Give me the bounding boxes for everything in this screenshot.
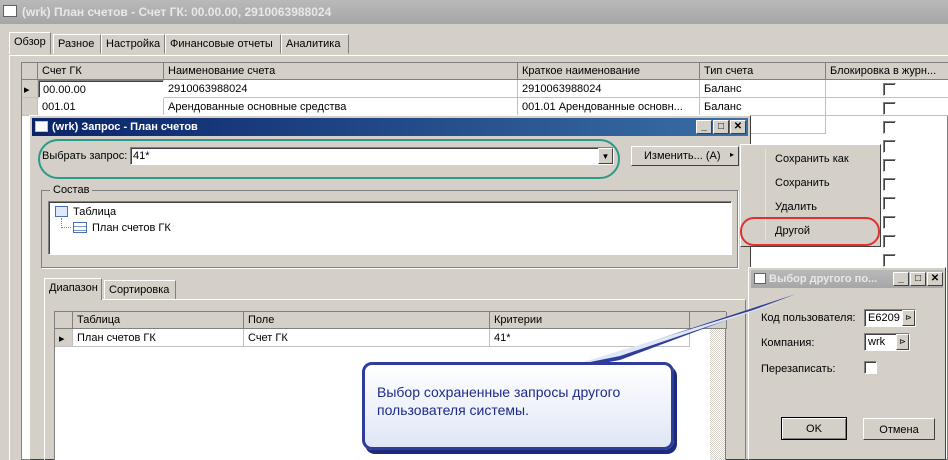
other-dialog-titlebar[interactable]: Выбор другого по... _ □ ✕ xyxy=(751,270,943,288)
table-cell[interactable]: 2910063988024 xyxy=(518,80,700,98)
modify-button-label: Изменить... (A) xyxy=(644,150,721,162)
journal-lock-checkbox[interactable] xyxy=(883,197,896,210)
tab-sorting[interactable]: Сортировка xyxy=(104,280,176,300)
highlight-oval-green xyxy=(38,139,620,179)
row-selector-current[interactable]: ▸ xyxy=(55,329,73,347)
tree-child-label[interactable]: План счетов ГК xyxy=(92,222,171,234)
table-cell[interactable]: Баланс xyxy=(700,80,826,98)
tab-analytics[interactable]: Аналитика xyxy=(281,34,349,54)
journal-lock-checkbox[interactable] xyxy=(883,83,896,96)
tab-setup[interactable]: Настройка xyxy=(101,34,165,54)
composition-tree[interactable]: Таблица План счетов ГК xyxy=(48,201,732,255)
table-cell[interactable]: 001.01 xyxy=(38,98,164,116)
tab-financial-reports[interactable]: Финансовые отчеты xyxy=(165,34,281,54)
query-dialog-titlebar[interactable]: (wrk) Запрос - План счетов _ □ ✕ xyxy=(32,118,748,136)
journal-lock-checkbox[interactable] xyxy=(883,121,896,134)
grid-row-selector-header xyxy=(22,63,38,80)
grid-table-icon xyxy=(73,222,87,233)
journal-lock-checkbox[interactable] xyxy=(883,216,896,229)
menu-item-delete[interactable]: Удалить xyxy=(741,195,880,217)
cancel-button-label: Отмена xyxy=(879,424,919,436)
minimize-icon[interactable]: _ xyxy=(893,272,909,286)
annotation-callout: Выбор сохраненные запросы другого пользо… xyxy=(362,362,674,450)
col-header-journal-lock[interactable]: Блокировка в журн... xyxy=(826,63,948,80)
row-selector-current[interactable]: ▸ xyxy=(22,80,38,98)
tab-misc[interactable]: Разное xyxy=(53,34,101,54)
menu-item-save[interactable]: Сохранить xyxy=(741,171,880,193)
query-dialog-title: (wrk) Запрос - План счетов xyxy=(52,121,198,133)
col-header-field[interactable]: Поле xyxy=(244,312,490,329)
main-tabs: Обзор Разное Настройка Финансовые отчеты… xyxy=(9,32,369,56)
highlight-oval-red xyxy=(740,217,880,246)
caret-right-icon: ▸ xyxy=(730,150,735,159)
journal-lock-checkbox[interactable] xyxy=(883,102,896,115)
grid-row-selector-header xyxy=(55,312,73,329)
journal-lock-checkbox[interactable] xyxy=(883,254,896,267)
main-window-titlebar[interactable]: (wrk) План счетов - Счет ГК: 00.00.00, 2… xyxy=(0,0,948,24)
table-cell[interactable]: Арендованные основные средства xyxy=(164,98,518,116)
close-icon[interactable]: ✕ xyxy=(927,272,943,286)
table-tree-icon xyxy=(55,206,68,217)
other-dialog-title: Выбор другого по... xyxy=(769,273,878,285)
journal-lock-checkbox[interactable] xyxy=(883,140,896,153)
close-icon[interactable]: ✕ xyxy=(730,120,746,134)
dialog-icon xyxy=(35,121,48,132)
table-cell[interactable]: Счет ГК xyxy=(244,329,490,347)
col-header-account[interactable]: Счет ГК xyxy=(38,63,164,80)
tree-root-label[interactable]: Таблица xyxy=(73,206,116,218)
user-code-value: E6209 xyxy=(868,312,900,324)
maximize-icon[interactable]: □ xyxy=(713,120,729,134)
tree-connector xyxy=(61,218,71,228)
tab-overview[interactable]: Обзор xyxy=(9,32,51,54)
maximize-icon[interactable]: □ xyxy=(910,272,926,286)
col-header-account-type[interactable]: Тип счета xyxy=(700,63,826,80)
table-cell[interactable]: 001.01 Арендованные основн... xyxy=(518,98,700,116)
ok-button-label: OK xyxy=(806,423,822,435)
cancel-button[interactable]: Отмена xyxy=(863,418,935,440)
col-header-short-name[interactable]: Краткое наименование xyxy=(518,63,700,80)
company-value: wrk xyxy=(868,336,886,348)
col-header-table[interactable]: Таблица xyxy=(73,312,244,329)
callout-text: Выбор сохраненные запросы другого пользо… xyxy=(377,384,621,418)
lookup-icon[interactable]: ⊳ xyxy=(896,334,909,350)
composition-label: Состав xyxy=(50,184,93,196)
lookup-icon[interactable]: ⊳ xyxy=(902,310,915,326)
journal-lock-checkbox[interactable] xyxy=(883,159,896,172)
minimize-icon[interactable]: _ xyxy=(696,120,712,134)
user-code-field[interactable]: E6209 ⊳ xyxy=(864,309,916,327)
table-cell[interactable]: 00.00.00 xyxy=(38,80,164,98)
main-window-title: (wrk) План счетов - Счет ГК: 00.00.00, 2… xyxy=(22,5,332,19)
journal-lock-checkbox[interactable] xyxy=(883,235,896,248)
tab-range[interactable]: Диапазон xyxy=(44,278,102,300)
company-field[interactable]: wrk ⊳ xyxy=(864,333,910,351)
row-selector[interactable] xyxy=(22,98,38,116)
journal-lock-checkbox[interactable] xyxy=(883,178,896,191)
modify-button[interactable]: Изменить... (A) ▸ xyxy=(631,146,739,166)
dialog-icon xyxy=(754,273,766,284)
overwrite-checkbox[interactable] xyxy=(864,361,877,374)
col-header-name[interactable]: Наименование счета xyxy=(164,63,518,80)
window-icon xyxy=(3,5,17,17)
ok-button[interactable]: OK xyxy=(781,417,847,440)
table-cell[interactable]: План счетов ГК xyxy=(73,329,244,347)
table-cell[interactable]: 2910063988024 xyxy=(164,80,518,98)
table-cell[interactable]: Баланс xyxy=(700,98,826,116)
menu-item-save-as[interactable]: Сохранить как xyxy=(741,147,880,169)
